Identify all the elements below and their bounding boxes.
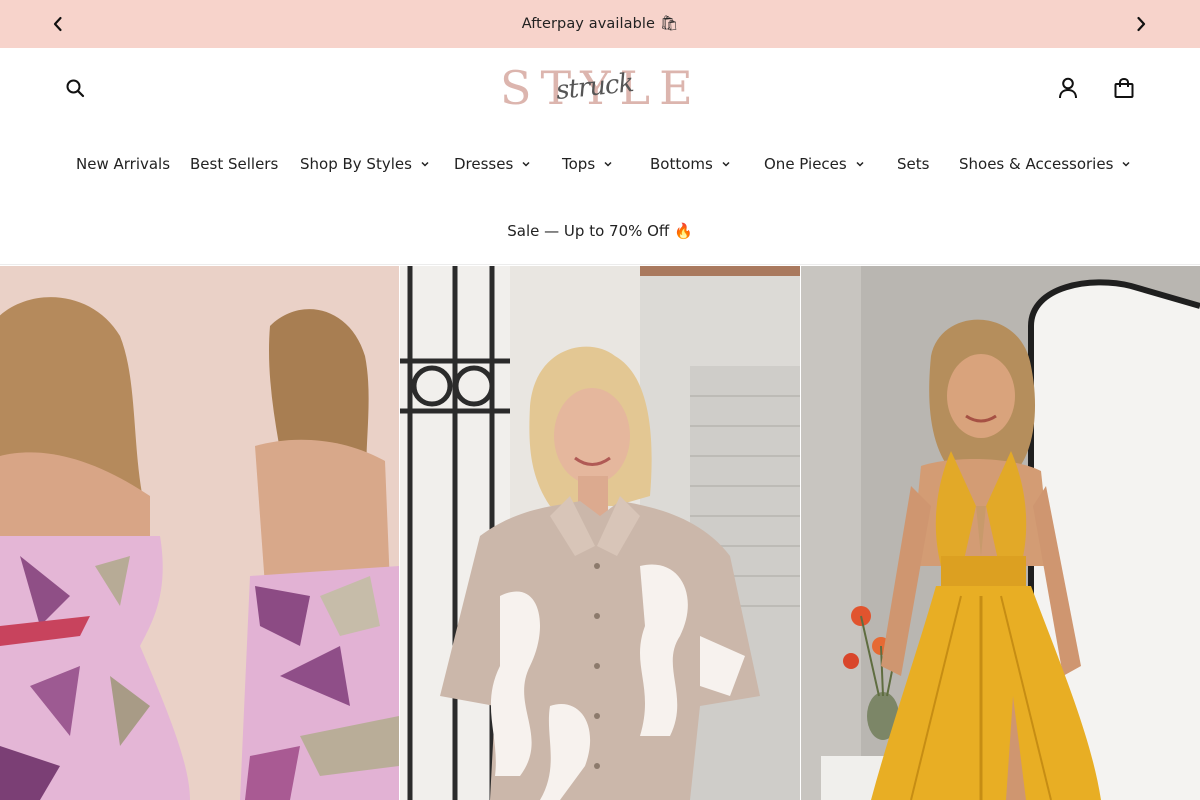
nav-label: New Arrivals	[76, 155, 171, 173]
hero-banner	[0, 266, 1200, 800]
hero-panel-yellow-dress[interactable]	[801, 266, 1200, 800]
chevron-down-icon	[855, 160, 865, 168]
nav-label: Tops	[562, 155, 596, 173]
announcement-text: Afterpay available 🛍	[521, 16, 679, 32]
nav-label: One Pieces	[764, 155, 847, 173]
search-icon[interactable]	[61, 74, 89, 102]
chevron-down-icon	[521, 160, 531, 168]
main-nav: New Arrivals Best Sellers Shop By Styles…	[0, 146, 1200, 182]
nav-sale: Sale — Up to 70% Off 🔥	[0, 220, 1200, 242]
nav-one-pieces[interactable]: One Pieces	[764, 146, 865, 182]
nav-label: Shoes & Accessories	[959, 155, 1114, 173]
hero-panel-pink-dress[interactable]	[0, 266, 399, 800]
chevron-down-icon	[603, 160, 613, 168]
nav-label: Sets	[897, 155, 930, 173]
nav-tops[interactable]: Tops	[562, 146, 613, 182]
nav-label: Bottoms	[650, 155, 713, 173]
nav-bottoms[interactable]: Bottoms	[650, 146, 731, 182]
hero-image-yellow-dress	[801, 266, 1200, 800]
shopping-bag-icon[interactable]	[1110, 74, 1138, 102]
chevron-down-icon	[420, 160, 430, 168]
chevron-down-icon	[721, 160, 731, 168]
nav-dresses[interactable]: Dresses	[454, 146, 531, 182]
chevron-right-icon[interactable]	[1129, 12, 1153, 36]
user-icon[interactable]	[1054, 74, 1082, 102]
nav-label: Dresses	[454, 155, 514, 173]
announcement-bar: Afterpay available 🛍	[0, 0, 1200, 48]
nav-best-sellers[interactable]: Best Sellers	[190, 146, 278, 182]
nav-label: Best Sellers	[190, 155, 279, 173]
hero-image-pink-dress	[0, 266, 399, 800]
site-logo[interactable]: STYLE struck	[500, 62, 700, 114]
nav-label: Shop By Styles	[300, 155, 412, 173]
nav-sale-link[interactable]: Sale — Up to 70% Off 🔥	[507, 222, 692, 240]
hero-panel-knit-shirt[interactable]	[400, 266, 800, 800]
nav-shoes-accessories[interactable]: Shoes & Accessories	[959, 146, 1131, 182]
hero-image-knit-shirt	[400, 266, 800, 800]
site-header: STYLE struck New Arrivals Best Sellers S…	[0, 48, 1200, 265]
nav-sets[interactable]: Sets	[897, 146, 929, 182]
nav-shop-by-styles[interactable]: Shop By Styles	[300, 146, 430, 182]
chevron-down-icon	[1121, 160, 1131, 168]
nav-new-arrivals[interactable]: New Arrivals	[76, 146, 170, 182]
